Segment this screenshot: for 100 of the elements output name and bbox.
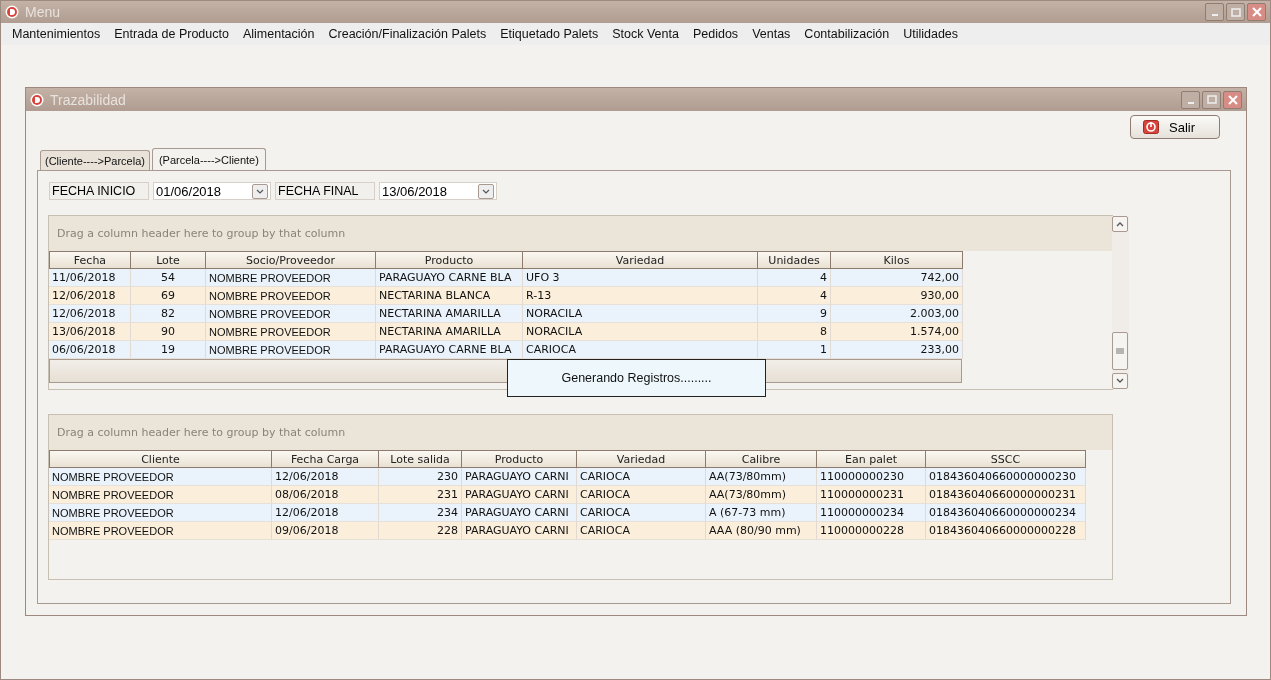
- table-cell: 742,00: [831, 269, 963, 287]
- table-cell: A (67-73 mm): [706, 504, 817, 522]
- scroll-up-icon[interactable]: [1115, 220, 1125, 228]
- column-header[interactable]: Variedad: [577, 450, 706, 468]
- table-cell: NOMBRE PROVEEDOR: [49, 504, 272, 522]
- table-cell: 54: [131, 269, 206, 287]
- field-label: FECHA INICIO: [49, 182, 149, 200]
- table-cell: 12/06/2018: [49, 305, 131, 323]
- table-cell: AAA (80/90 mm): [706, 522, 817, 540]
- column-header[interactable]: Variedad: [523, 251, 758, 269]
- table-cell: NOMBRE PROVEEDOR: [206, 305, 376, 323]
- table-cell: 228: [379, 522, 462, 540]
- table-cell: 09/06/2018: [272, 522, 379, 540]
- menu-item[interactable]: Entrada de Producto: [107, 27, 236, 41]
- table-cell: CARIOCA: [577, 468, 706, 486]
- menu-item[interactable]: Alimentación: [235, 27, 322, 41]
- minimize-button[interactable]: [1205, 3, 1224, 21]
- table-cell: NORACILA: [523, 305, 758, 323]
- table-cell: NOMBRE PROVEEDOR: [206, 323, 376, 341]
- close-button[interactable]: [1223, 90, 1242, 109]
- column-header[interactable]: Unidades: [758, 251, 831, 269]
- table-cell: 82: [131, 305, 206, 323]
- column-header[interactable]: Ean palet: [817, 450, 926, 468]
- grip-icon[interactable]: [1116, 348, 1124, 354]
- table-cell: NECTARINA AMARILLA: [376, 323, 523, 341]
- menu-item[interactable]: Creación/Finalización Palets: [321, 27, 494, 41]
- minimize-icon: [1187, 101, 1194, 104]
- table-cell: 08/06/2018: [272, 486, 379, 504]
- table-cell: UFO 3: [523, 269, 758, 287]
- date-field[interactable]: 13/06/2018: [379, 182, 497, 200]
- column-header[interactable]: Calibre: [706, 450, 817, 468]
- table-cell: NORACILA: [523, 323, 758, 341]
- table-cell: 13/06/2018: [49, 323, 131, 341]
- app-logo-icon: [30, 92, 44, 107]
- table-cell: 110000000234: [817, 504, 926, 522]
- tab[interactable]: (Cliente---->Parcela): [40, 150, 150, 171]
- power-icon: [1143, 120, 1159, 134]
- close-button[interactable]: [1247, 3, 1266, 21]
- close-icon: [1227, 94, 1238, 105]
- maximize-button[interactable]: [1202, 90, 1221, 109]
- table-cell: 4: [758, 269, 831, 287]
- table-cell: NOMBRE PROVEEDOR: [49, 522, 272, 540]
- column-header[interactable]: Producto: [462, 450, 577, 468]
- menu-item[interactable]: Etiquetado Palets: [493, 27, 606, 41]
- table-cell: NOMBRE PROVEEDOR: [206, 269, 376, 287]
- menu-item[interactable]: Mantenimientos: [5, 27, 108, 41]
- menu-item[interactable]: Stock Venta: [605, 27, 686, 41]
- column-header[interactable]: Cliente: [49, 450, 272, 468]
- column-header[interactable]: SSCC: [926, 450, 1086, 468]
- menu-item[interactable]: Ventas: [745, 27, 798, 41]
- table-cell: PARAGUAYO CARNI: [462, 468, 577, 486]
- table-cell: 06/06/2018: [49, 341, 131, 359]
- column-header[interactable]: Kilos: [831, 251, 963, 269]
- table-cell: PARAGUAYO CARNI: [462, 486, 577, 504]
- dropdown-icon[interactable]: [478, 183, 494, 199]
- table-cell: 018436040660000000234: [926, 504, 1086, 522]
- table-cell: AA(73/80mm): [706, 486, 817, 504]
- exit-button[interactable]: Salir: [1130, 115, 1220, 139]
- field-label: FECHA FINAL: [275, 182, 375, 200]
- maximize-icon: [1206, 95, 1217, 104]
- table-cell: 018436040660000000230: [926, 468, 1086, 486]
- tab[interactable]: (Parcela---->Cliente): [151, 148, 266, 172]
- date-field[interactable]: 01/06/2018: [153, 182, 271, 200]
- table-cell: 110000000230: [817, 468, 926, 486]
- table-cell: 12/06/2018: [272, 468, 379, 486]
- table-cell: NECTARINA BLANCA: [376, 287, 523, 305]
- maximize-button[interactable]: [1226, 3, 1245, 21]
- window-title: Trazabilidad: [50, 91, 126, 108]
- table-cell: 11/06/2018: [49, 269, 131, 287]
- dropdown-icon[interactable]: [252, 183, 268, 199]
- column-header[interactable]: Lote salida: [379, 450, 462, 468]
- app-logo-icon: [5, 5, 19, 19]
- table-cell: 110000000231: [817, 486, 926, 504]
- menu-item[interactable]: Contabilización: [797, 27, 897, 41]
- table-cell: 2.003,00: [831, 305, 963, 323]
- column-header[interactable]: Fecha: [49, 251, 131, 269]
- column-header[interactable]: Socio/Proveedor: [206, 251, 376, 269]
- menu-item[interactable]: Pedidos: [685, 27, 746, 41]
- menu-item[interactable]: Utilidades: [896, 27, 966, 41]
- column-header[interactable]: Fecha Carga: [272, 450, 379, 468]
- table-cell: 234: [379, 504, 462, 522]
- maximize-icon: [1230, 7, 1241, 17]
- table-cell: NOMBRE PROVEEDOR: [49, 468, 272, 486]
- table-cell: 12/06/2018: [272, 504, 379, 522]
- table-cell: PARAGUAYO CARNI: [462, 504, 577, 522]
- column-header[interactable]: Producto: [376, 251, 523, 269]
- table-cell: 110000000228: [817, 522, 926, 540]
- scroll-down-icon[interactable]: [1115, 377, 1125, 385]
- minimize-icon: [1211, 14, 1218, 16]
- minimize-button[interactable]: [1181, 90, 1200, 109]
- window-title: Menu: [25, 4, 61, 20]
- table-cell: NECTARINA AMARILLA: [376, 305, 523, 323]
- table-cell: 930,00: [831, 287, 963, 305]
- table-cell: NOMBRE PROVEEDOR: [206, 287, 376, 305]
- column-header[interactable]: Lote: [131, 251, 206, 269]
- scrollbar[interactable]: [1112, 216, 1129, 389]
- table-cell: 90: [131, 323, 206, 341]
- table-cell: CARIOCA: [523, 341, 758, 359]
- table-cell: 1: [758, 341, 831, 359]
- table-cell: CARIOCA: [577, 486, 706, 504]
